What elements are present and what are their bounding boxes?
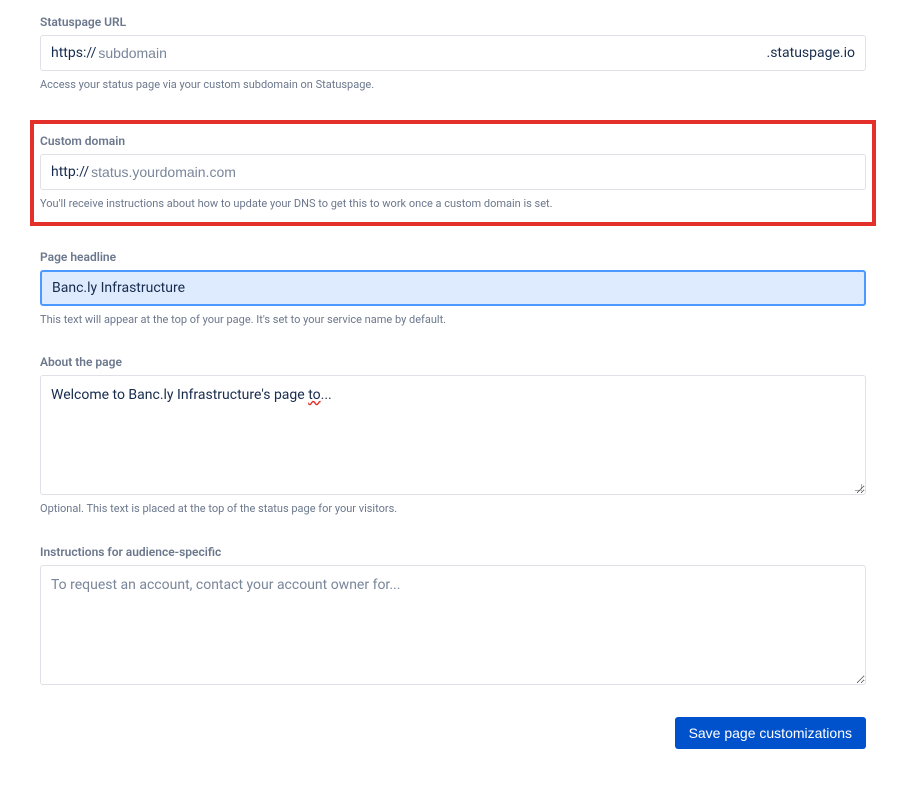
custom-domain-prefix: http:// [51, 164, 89, 180]
custom-domain-input[interactable] [89, 155, 855, 189]
statuspage-url-label: Statuspage URL [40, 15, 866, 29]
instructions-label: Instructions for audience-specific [40, 545, 866, 559]
custom-domain-help: You'll receive instructions about how to… [40, 196, 866, 211]
about-field: About the page Welcome to Banc.ly Infras… [40, 355, 866, 516]
statuspage-url-input[interactable] [96, 36, 766, 70]
custom-domain-highlight: Custom domain http:// You'll receive ins… [30, 120, 876, 225]
statuspage-url-prefix: https:// [51, 45, 96, 61]
instructions-textarea[interactable] [40, 565, 866, 685]
about-label: About the page [40, 355, 866, 369]
custom-domain-field: Custom domain http:// You'll receive ins… [40, 134, 866, 211]
page-headline-label: Page headline [40, 250, 866, 264]
save-button[interactable]: Save page customizations [675, 717, 866, 749]
statuspage-url-help: Access your status page via your custom … [40, 77, 866, 92]
footer: Save page customizations [40, 717, 866, 749]
statuspage-url-field: Statuspage URL https:// .statuspage.io A… [40, 15, 866, 92]
custom-domain-label: Custom domain [40, 134, 866, 148]
instructions-field: Instructions for audience-specific [40, 545, 866, 689]
page-headline-field: Page headline This text will appear at t… [40, 250, 866, 327]
custom-domain-input-wrap[interactable]: http:// [40, 154, 866, 190]
about-help: Optional. This text is placed at the top… [40, 501, 866, 516]
page-headline-help: This text will appear at the top of your… [40, 312, 866, 327]
about-text-prefix: Welcome to Banc.ly Infrastructure's page [51, 387, 308, 403]
about-text-underlined: to [308, 387, 320, 403]
statuspage-url-suffix: .statuspage.io [767, 45, 855, 61]
about-text-suffix: ... [321, 387, 332, 403]
page-headline-input[interactable] [40, 270, 866, 306]
about-textarea[interactable]: Welcome to Banc.ly Infrastructure's page… [40, 375, 866, 495]
statuspage-url-input-wrap[interactable]: https:// .statuspage.io [40, 35, 866, 71]
resize-handle-icon [852, 481, 864, 493]
